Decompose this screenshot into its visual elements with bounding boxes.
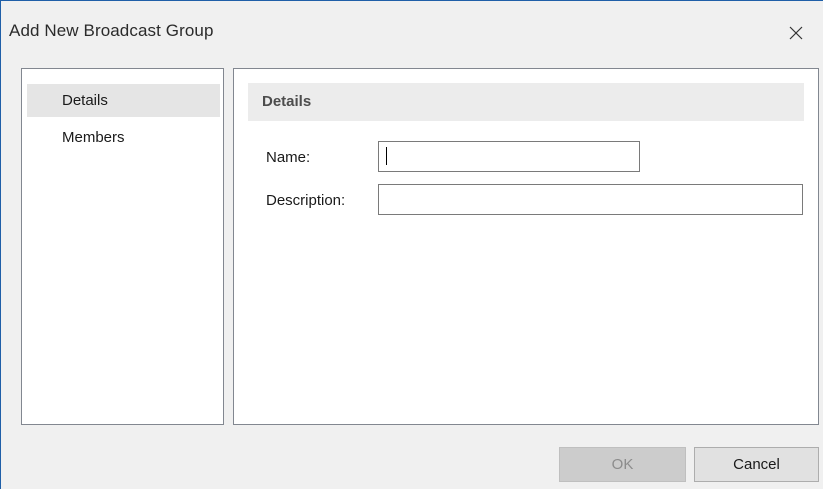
section-title: Details bbox=[262, 93, 312, 110]
name-field-wrapper bbox=[378, 141, 640, 172]
nav-item-details[interactable]: Details bbox=[27, 84, 220, 117]
section-header: Details bbox=[248, 83, 804, 121]
nav-item-members[interactable]: Members bbox=[27, 121, 220, 154]
dialog-window: Add New Broadcast Group Details Members … bbox=[0, 0, 823, 489]
details-panel: Details Name: Description: bbox=[233, 68, 819, 425]
name-label: Name: bbox=[266, 149, 311, 166]
ok-button[interactable]: OK bbox=[559, 447, 686, 482]
description-label: Description: bbox=[266, 192, 346, 209]
cancel-button[interactable]: Cancel bbox=[694, 447, 819, 482]
name-input[interactable] bbox=[378, 141, 640, 172]
close-icon bbox=[789, 26, 803, 40]
nav-panel: Details Members bbox=[21, 68, 224, 425]
close-button[interactable] bbox=[773, 11, 819, 55]
description-input[interactable] bbox=[378, 184, 803, 215]
title-bar: Add New Broadcast Group bbox=[1, 1, 823, 63]
text-caret bbox=[386, 147, 387, 165]
dialog-title: Add New Broadcast Group bbox=[9, 21, 214, 40]
